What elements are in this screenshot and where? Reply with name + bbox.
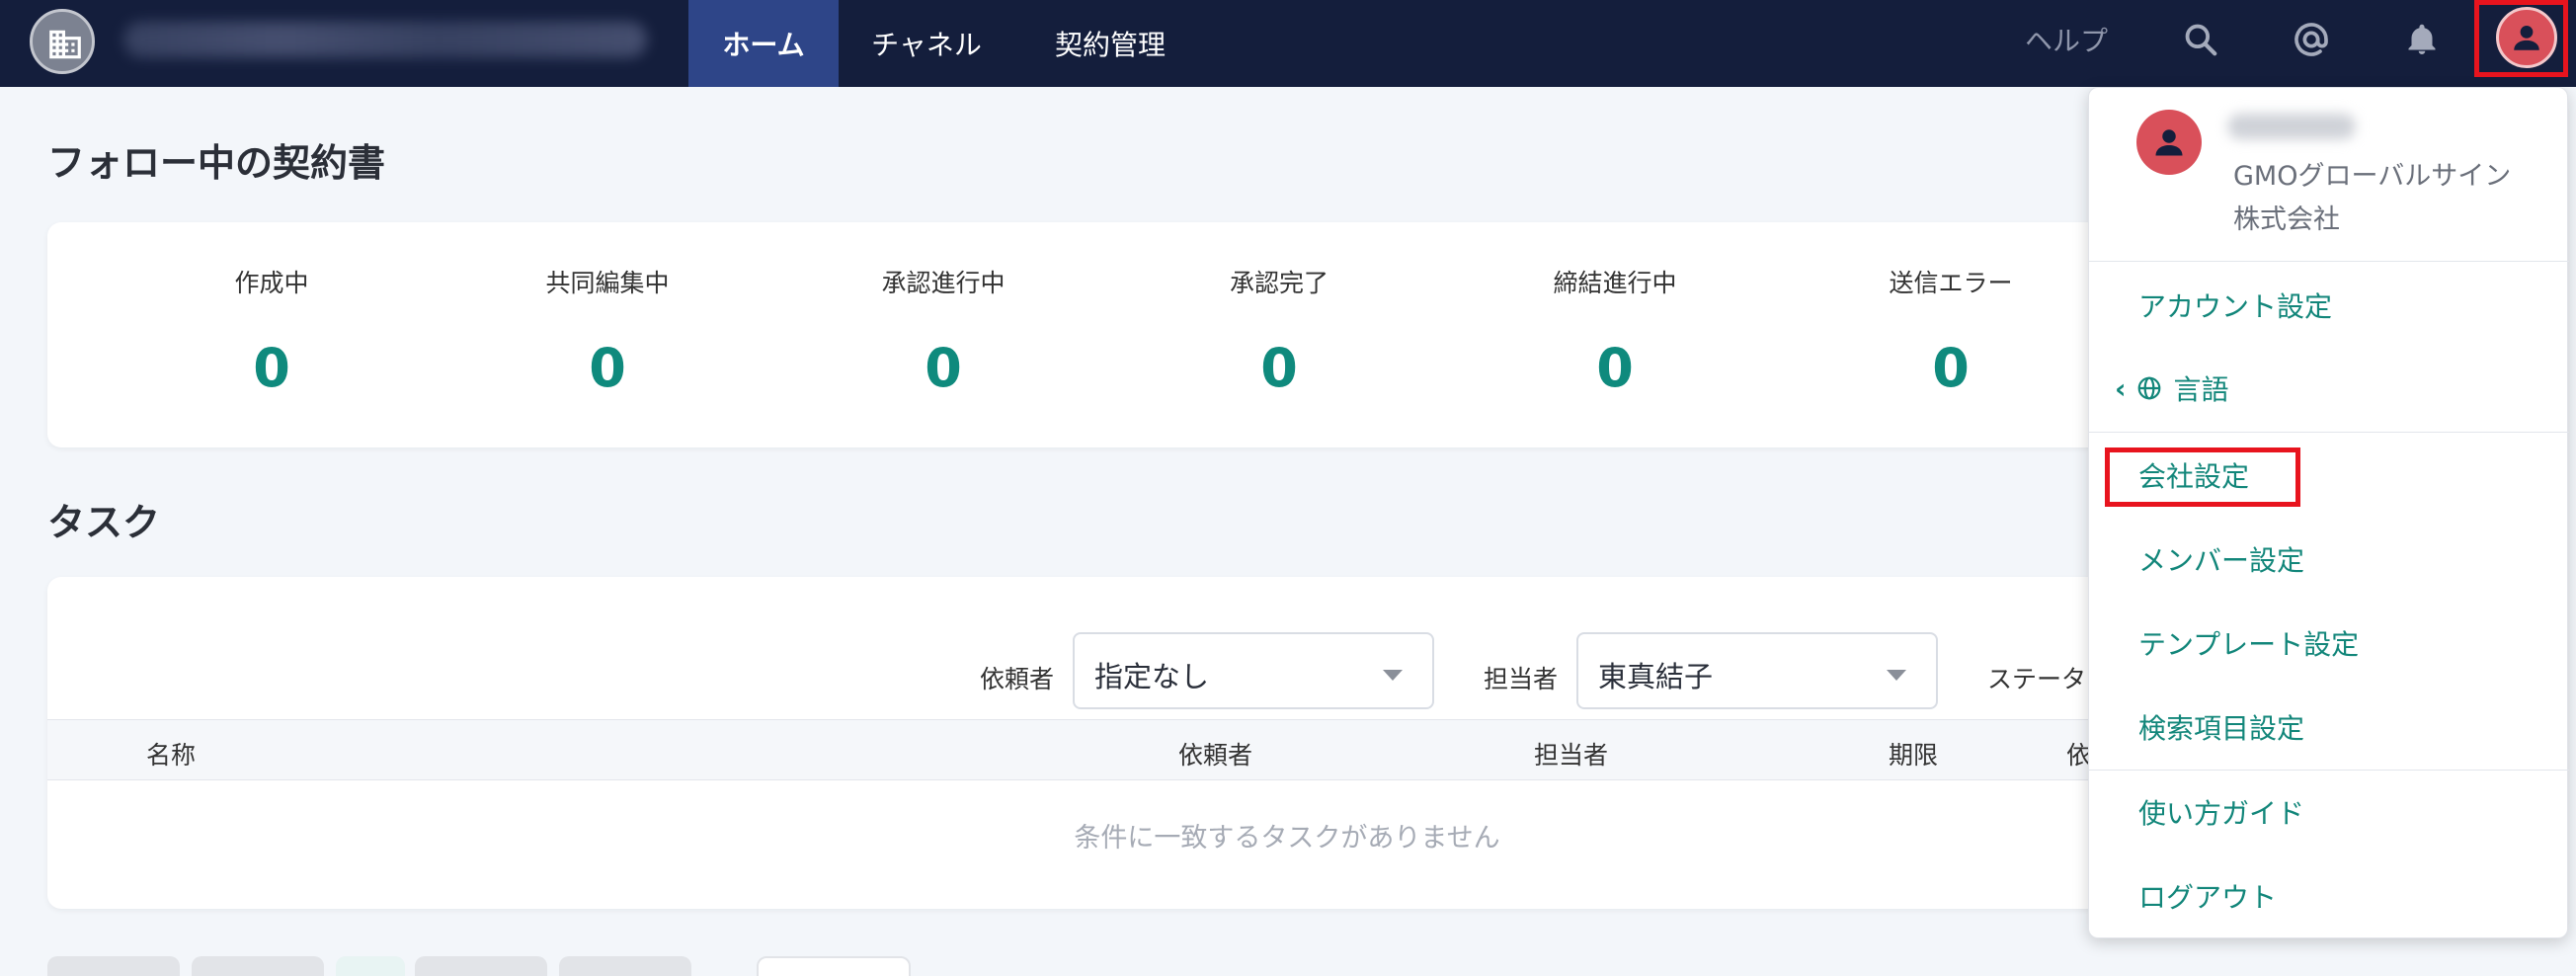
top-nav-bar: ホーム チャネル 契約管理 ヘルプ xyxy=(0,0,2576,87)
menu-divider xyxy=(2089,432,2569,433)
assignee-select[interactable]: 東真結子 xyxy=(1576,632,1938,709)
contract-status-card: 作成中 0 共同編集中 0 承認進行中 0 承認完了 0 締結進行中 0 送信エ… xyxy=(47,222,2250,447)
user-name-redacted xyxy=(2227,114,2356,139)
tab-home[interactable]: ホーム xyxy=(688,0,839,87)
stat-label: 承認進行中 xyxy=(881,269,1006,297)
building-icon xyxy=(49,30,81,59)
task-title: タスク xyxy=(47,501,161,544)
usage-guide-item[interactable]: 使い方ガイド xyxy=(2138,792,2304,832)
language-item[interactable]: ‹ 言語 xyxy=(2115,368,2229,408)
search-icon[interactable] xyxy=(2179,18,2222,61)
chevron-left-icon: ‹ xyxy=(2115,371,2127,405)
language-label: 言語 xyxy=(2173,373,2229,406)
column-name[interactable]: 名称 xyxy=(146,736,196,772)
column-due-date[interactable]: 期限 xyxy=(1889,736,1938,772)
column-assignee[interactable]: 担当者 xyxy=(1534,736,1608,772)
logout-item[interactable]: ログアウト xyxy=(2138,876,2277,916)
menu-divider xyxy=(2089,261,2569,262)
requester-select[interactable]: 指定なし xyxy=(1073,632,1434,709)
menu-divider xyxy=(2089,770,2569,771)
column-requester[interactable]: 依頼者 xyxy=(1178,736,1252,772)
stat-value: 0 xyxy=(589,337,626,399)
stat-value: 0 xyxy=(1596,337,1634,399)
pager-button[interactable] xyxy=(559,956,691,976)
tab-channel[interactable]: チャネル xyxy=(851,0,1002,87)
account-settings-item[interactable]: アカウント設定 xyxy=(2138,285,2332,325)
status-filter-label: ステータ xyxy=(1987,665,2087,693)
pager-button[interactable] xyxy=(336,956,405,976)
stat-label: 作成中 xyxy=(234,269,309,297)
help-link[interactable]: ヘルプ xyxy=(2025,0,2108,79)
stat-value: 0 xyxy=(1260,337,1298,399)
pager-button[interactable] xyxy=(47,956,180,976)
menu-avatar xyxy=(2136,110,2202,175)
search-field-settings-item[interactable]: 検索項目設定 xyxy=(2138,707,2304,747)
page-size-select[interactable] xyxy=(757,956,911,976)
chevron-down-icon xyxy=(1383,670,1403,681)
tab-contract-management[interactable]: 契約管理 xyxy=(1035,0,1185,87)
assignee-select-value: 東真結子 xyxy=(1598,660,1714,693)
company-logo[interactable] xyxy=(30,9,95,74)
pager-button[interactable] xyxy=(192,956,324,976)
mention-icon[interactable] xyxy=(2290,18,2333,61)
user-menu-dropdown: GMOグローバルサイン株式会社 アカウント設定 ‹ 言語 会社設定 メンバー設定… xyxy=(2088,87,2569,938)
highlight-company-settings xyxy=(2105,447,2300,507)
template-settings-item[interactable]: テンプレート設定 xyxy=(2138,623,2359,663)
task-table-header: 名称 依頼者 担当者 期限 依 xyxy=(47,719,2250,780)
pager-button[interactable] xyxy=(415,956,547,976)
organization-name-redacted xyxy=(123,22,647,57)
stat-label: 送信エラー xyxy=(1889,269,2013,297)
bell-icon[interactable] xyxy=(2400,18,2444,61)
requester-select-value: 指定なし xyxy=(1094,660,1210,693)
requester-filter-label: 依頼者 xyxy=(980,665,1055,693)
user-icon xyxy=(2155,129,2183,156)
follow-contracts-title: フォロー中の契約書 xyxy=(47,141,386,185)
stat-value: 0 xyxy=(253,337,290,399)
member-settings-item[interactable]: メンバー設定 xyxy=(2138,539,2304,579)
stat-value: 0 xyxy=(925,337,962,399)
stat-label: 共同編集中 xyxy=(545,269,670,297)
stat-value: 0 xyxy=(1932,337,1970,399)
chevron-down-icon xyxy=(1887,670,1906,681)
highlight-avatar xyxy=(2474,0,2568,77)
task-card: 依頼者 指定なし 担当者 東真結子 ステータ 名称 依頼者 担当者 期限 依 条… xyxy=(47,577,2250,909)
globe-icon xyxy=(2137,376,2160,400)
company-name: GMOグローバルサイン株式会社 xyxy=(2233,161,2512,235)
stat-label: 締結進行中 xyxy=(1553,269,1677,297)
assignee-filter-label: 担当者 xyxy=(1484,665,1559,693)
stat-label: 承認完了 xyxy=(1229,269,1328,297)
